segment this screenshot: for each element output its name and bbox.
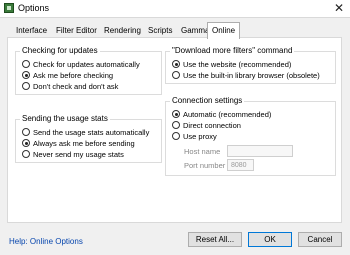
tab-online[interactable]: Online [207,22,241,39]
radio-icon[interactable] [22,150,30,159]
radio-check-automatically[interactable]: Check for updates automatically [22,60,140,70]
usage-group: Sending the usage stats Send the usage s… [15,114,162,163]
usage-group-title: Sending the usage stats [20,114,110,123]
option-label: Direct connection [183,121,241,130]
option-label: Send the usage stats automatically [33,128,150,137]
download-group: "Download more filters" command Use the … [165,46,336,84]
title-bar: Options ✕ [0,0,350,18]
radio-icon[interactable] [22,82,30,91]
download-group-title: "Download more filters" command [170,46,295,55]
radio-ask-before-sending[interactable]: Always ask me before sending [22,139,135,149]
radio-icon[interactable] [22,128,30,137]
radio-icon[interactable] [172,60,180,69]
radio-use-library-browser[interactable]: Use the built-in library browser (obsole… [172,71,320,81]
updates-group: Checking for updates Check for updates a… [15,46,162,95]
tab-interface[interactable]: Interface [16,24,47,37]
tab-rendering[interactable]: Rendering [104,24,141,37]
radio-ask-before-checking[interactable]: Ask me before checking [22,71,113,81]
radio-use-proxy[interactable]: Use proxy [172,132,217,142]
host-name-input[interactable] [227,145,293,157]
radio-icon[interactable] [22,139,30,148]
radio-dont-check[interactable]: Don't check and don't ask [22,82,118,92]
radio-direct-connection[interactable]: Direct connection [172,121,241,131]
tab-gamma[interactable]: Gamma [181,24,209,37]
ok-button[interactable]: OK [248,232,292,247]
radio-send-automatically[interactable]: Send the usage stats automatically [22,128,149,138]
option-label: Always ask me before sending [33,139,135,148]
option-label: Use the built-in library browser (obsole… [183,71,320,80]
close-icon[interactable]: ✕ [334,1,344,15]
radio-never-send[interactable]: Never send my usage stats [22,150,124,160]
option-label: Don't check and don't ask [33,82,119,91]
tab-scripts[interactable]: Scripts [148,24,172,37]
tab-filter-editor[interactable]: Filter Editor [56,24,97,37]
option-label: Use the website (recommended) [183,60,292,69]
connection-group-title: Connection settings [170,96,245,105]
radio-icon[interactable] [172,121,180,130]
port-number-label: Port number [184,161,226,170]
port-number-input[interactable] [227,159,254,171]
option-label: Never send my usage stats [33,150,124,159]
radio-icon[interactable] [22,71,30,80]
option-label: Use proxy [183,132,217,141]
option-label: Check for updates automatically [33,60,140,69]
cancel-button[interactable]: Cancel [298,232,342,247]
updates-group-title: Checking for updates [20,46,100,55]
radio-icon[interactable] [172,132,180,141]
radio-icon[interactable] [172,110,180,119]
radio-icon[interactable] [172,71,180,80]
connection-group: Connection settings Automatic (recommend… [165,96,336,176]
reset-all-button[interactable]: Reset All... [188,232,242,247]
option-label: Automatic (recommended) [183,110,272,119]
radio-use-website[interactable]: Use the website (recommended) [172,60,291,70]
radio-automatic[interactable]: Automatic (recommended) [172,110,271,120]
window-title: Options [18,3,50,13]
help-online-options-link[interactable]: Help: Online Options [9,237,83,246]
option-label: Ask me before checking [33,71,114,80]
host-name-label: Host name [184,147,221,156]
radio-icon[interactable] [22,60,30,69]
app-icon [4,3,14,13]
